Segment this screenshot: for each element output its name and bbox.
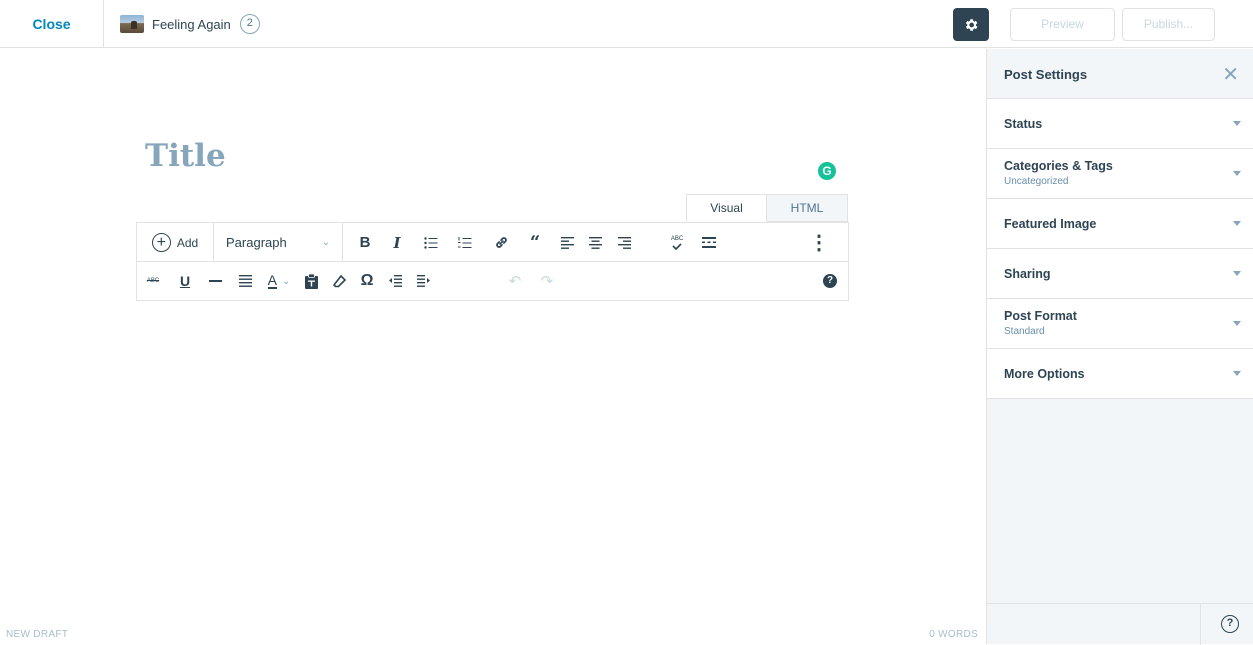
add-label: Add [176, 235, 199, 250]
strikethrough-icon[interactable]: ABC [141, 262, 165, 300]
indent-icon[interactable] [411, 262, 435, 300]
italic-icon[interactable]: I [385, 223, 409, 262]
section-label: Featured Image [1004, 217, 1097, 231]
caret-down-icon [1233, 321, 1241, 326]
chevron-down-icon: ⌄ [281, 275, 291, 287]
plus-circle-icon: + [151, 233, 171, 252]
post-settings-toggle-button[interactable] [953, 8, 989, 41]
sidebar-title: Post Settings [1004, 67, 1088, 82]
block-format-value: Paragraph [226, 235, 287, 250]
toolbar-row-primary: + Add Paragraph ⌄ B I “ ABC ⋮ [137, 223, 848, 262]
underline-icon[interactable]: U [173, 262, 197, 300]
sidebar-section-sharing[interactable]: Sharing [987, 249, 1253, 299]
clear-formatting-icon[interactable] [327, 262, 351, 300]
grammarly-icon[interactable]: G [818, 162, 836, 180]
caret-down-icon [1233, 221, 1241, 226]
site-name: Feeling Again [152, 16, 231, 32]
site-thumbnail [120, 15, 144, 33]
toolbar-row-secondary: ABC U A ⌄ Ω ↶ ↷ ? [137, 262, 848, 300]
post-settings-sidebar: Post Settings ✕ Status Categories & Tags… [986, 49, 1253, 645]
section-label: Sharing [1004, 267, 1051, 281]
spellcheck-label: ABC [670, 235, 684, 242]
sidebar-section-more-options[interactable]: More Options [987, 349, 1253, 399]
sidebar-section-categories-tags[interactable]: Categories & Tags Uncategorized [987, 149, 1253, 199]
align-center-icon[interactable] [583, 223, 607, 262]
close-button[interactable]: Close [0, 0, 104, 48]
special-character-icon[interactable]: Ω [355, 262, 379, 300]
publish-button[interactable]: Publish... [1122, 8, 1215, 41]
sidebar-section-status[interactable]: Status [987, 99, 1253, 149]
align-left-icon[interactable] [555, 223, 579, 262]
block-format-select[interactable]: Paragraph ⌄ [214, 223, 343, 262]
section-sublabel: Standard [1004, 326, 1045, 337]
help-icon[interactable]: ? [1221, 615, 1239, 633]
horizontal-rule-icon[interactable] [203, 262, 227, 300]
post-title-input[interactable]: Title [145, 138, 226, 174]
sidebar-section-featured-image[interactable]: Featured Image [987, 199, 1253, 249]
bullet-list-icon[interactable] [419, 223, 443, 262]
align-right-icon[interactable] [612, 223, 636, 262]
editor-toolbar: + Add Paragraph ⌄ B I “ ABC ⋮ ABC U A ⌄ … [136, 222, 849, 301]
revisions-count-badge[interactable]: 2 [239, 14, 260, 34]
caret-down-icon [1233, 271, 1241, 276]
spellcheck-icon[interactable]: ABC [665, 223, 689, 262]
editor-status-bar: NEW DRAFT 0 WORDS [0, 620, 986, 644]
section-sublabel: Uncategorized [1004, 176, 1069, 187]
keyboard-shortcuts-button[interactable]: ? [818, 262, 842, 300]
footer-divider [1200, 604, 1201, 645]
text-color-icon: A [267, 272, 277, 289]
paste-text-icon[interactable] [299, 262, 323, 300]
word-count: 0 WORDS [929, 629, 978, 640]
help-icon: ? [823, 274, 837, 288]
sidebar-section-post-format[interactable]: Post Format Standard [987, 299, 1253, 349]
section-label: Categories & Tags [1004, 159, 1113, 173]
sidebar-header: Post Settings ✕ [987, 49, 1253, 99]
draft-status-label: NEW DRAFT [6, 629, 69, 640]
read-more-icon[interactable] [697, 223, 721, 262]
more-options-icon[interactable]: ⋮ [807, 223, 831, 262]
outdent-icon[interactable] [383, 262, 407, 300]
caret-down-icon [1233, 121, 1241, 126]
caret-down-icon [1233, 171, 1241, 176]
editor-mode-tabs: Visual HTML [686, 194, 848, 222]
preview-button[interactable]: Preview [1010, 8, 1115, 41]
add-media-button[interactable]: + Add [137, 223, 214, 262]
redo-icon[interactable]: ↷ [535, 262, 559, 300]
section-label: Post Format [1004, 309, 1077, 323]
gear-icon [965, 18, 978, 31]
link-icon[interactable] [489, 223, 513, 262]
tab-html[interactable]: HTML [767, 194, 848, 222]
bold-icon[interactable]: B [353, 223, 377, 262]
blockquote-icon[interactable]: “ [523, 223, 547, 262]
close-icon[interactable]: ✕ [1222, 62, 1239, 87]
chevron-down-icon: ⌄ [321, 237, 330, 248]
text-color-picker[interactable]: A ⌄ [259, 262, 299, 300]
sidebar-footer: ? [987, 603, 1253, 645]
tab-visual[interactable]: Visual [686, 194, 767, 222]
caret-down-icon [1233, 371, 1241, 376]
editor-top-bar: Close Feeling Again 2 Preview Publish... [0, 0, 1253, 48]
section-label: More Options [1004, 367, 1085, 381]
site-selector[interactable]: Feeling Again 2 [120, 12, 260, 36]
section-label: Status [1004, 117, 1043, 131]
numbered-list-icon[interactable] [453, 223, 477, 262]
justify-icon[interactable] [233, 262, 257, 300]
undo-icon[interactable]: ↶ [503, 262, 527, 300]
